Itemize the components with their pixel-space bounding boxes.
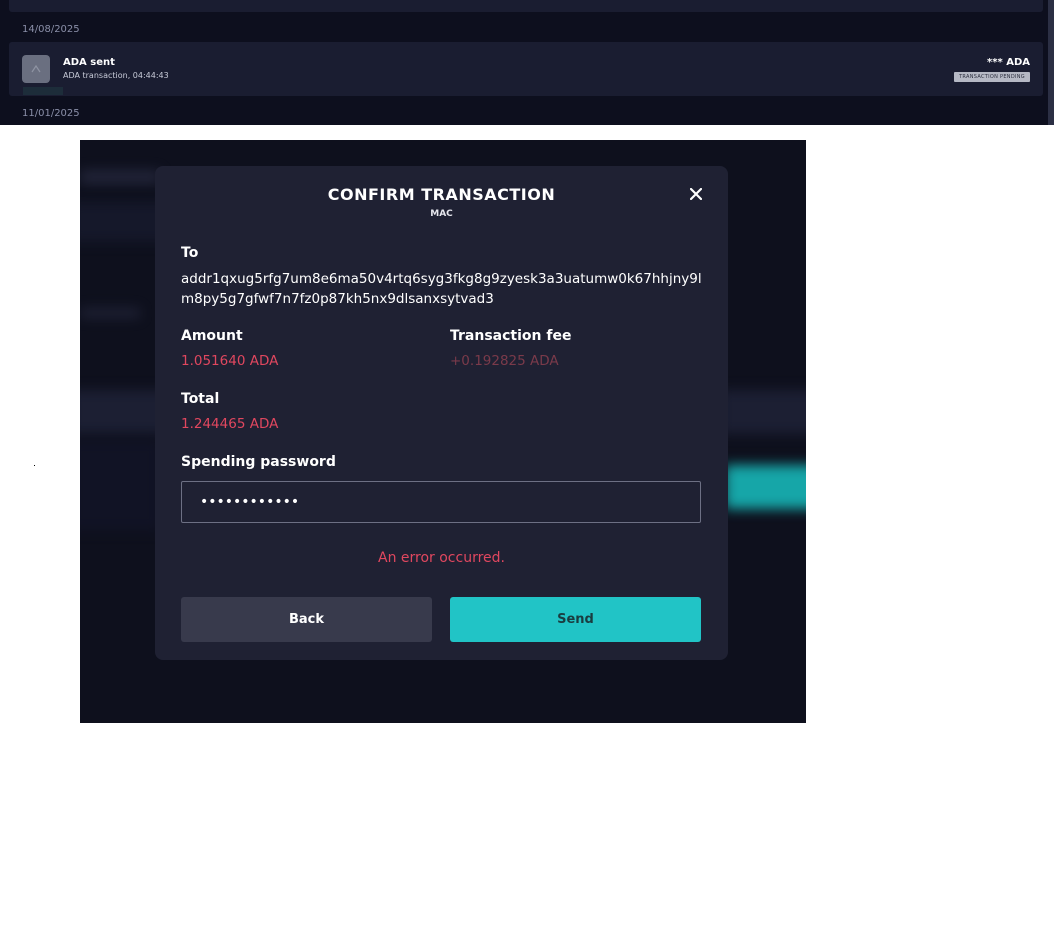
fee-label: Transaction fee: [450, 328, 572, 344]
transaction-list: 14/08/2025 ADA sent ADA transaction, 04:…: [0, 0, 1054, 125]
error-message: An error occurred.: [378, 550, 505, 566]
spending-password-input[interactable]: ••••••••••••: [181, 481, 701, 523]
blurred-text: [80, 308, 140, 318]
previous-transaction-row[interactable]: [9, 0, 1043, 12]
date-header: 14/08/2025: [22, 24, 80, 35]
date-header: 11/01/2025: [22, 108, 80, 119]
amount-label: Amount: [181, 328, 243, 344]
blurred-button: [725, 465, 806, 509]
row-ghost-highlight: [23, 87, 63, 95]
close-icon[interactable]: [686, 184, 706, 204]
blurred-heading: [80, 170, 160, 184]
amount-value: 1.051640 ADA: [181, 353, 279, 369]
transaction-amount: *** ADA: [987, 57, 1030, 68]
confirm-transaction-dialog: CONFIRM TRANSACTION MAC To addr1qxug5rfg…: [155, 166, 728, 660]
spending-password-label: Spending password: [181, 454, 336, 470]
to-label: To: [181, 245, 199, 261]
blurred-field: [720, 390, 806, 434]
scrollbar[interactable]: [1048, 0, 1054, 125]
blurred-panel: [80, 440, 160, 530]
dialog-subtitle: MAC: [430, 209, 453, 219]
send-button[interactable]: Send: [450, 597, 701, 642]
back-button[interactable]: Back: [181, 597, 432, 642]
transaction-row[interactable]: ADA sent ADA transaction, 04:44:43 *** A…: [9, 42, 1043, 96]
total-label: Total: [181, 391, 220, 407]
transaction-title: ADA sent: [63, 57, 115, 68]
dialog-title: CONFIRM TRANSACTION: [327, 185, 556, 204]
status-badge: TRANSACTION PENDING: [954, 72, 1030, 82]
transaction-subtitle: ADA transaction, 04:44:43: [63, 71, 169, 80]
fee-value: +0.192825 ADA: [450, 353, 559, 369]
stray-dot: [34, 465, 35, 466]
receiver-address: addr1qxug5rfg7um8e6ma50v4rtq6syg3fkg8g9z…: [181, 271, 702, 307]
total-value: 1.244465 ADA: [181, 416, 279, 432]
transaction-sent-icon: [22, 55, 50, 83]
